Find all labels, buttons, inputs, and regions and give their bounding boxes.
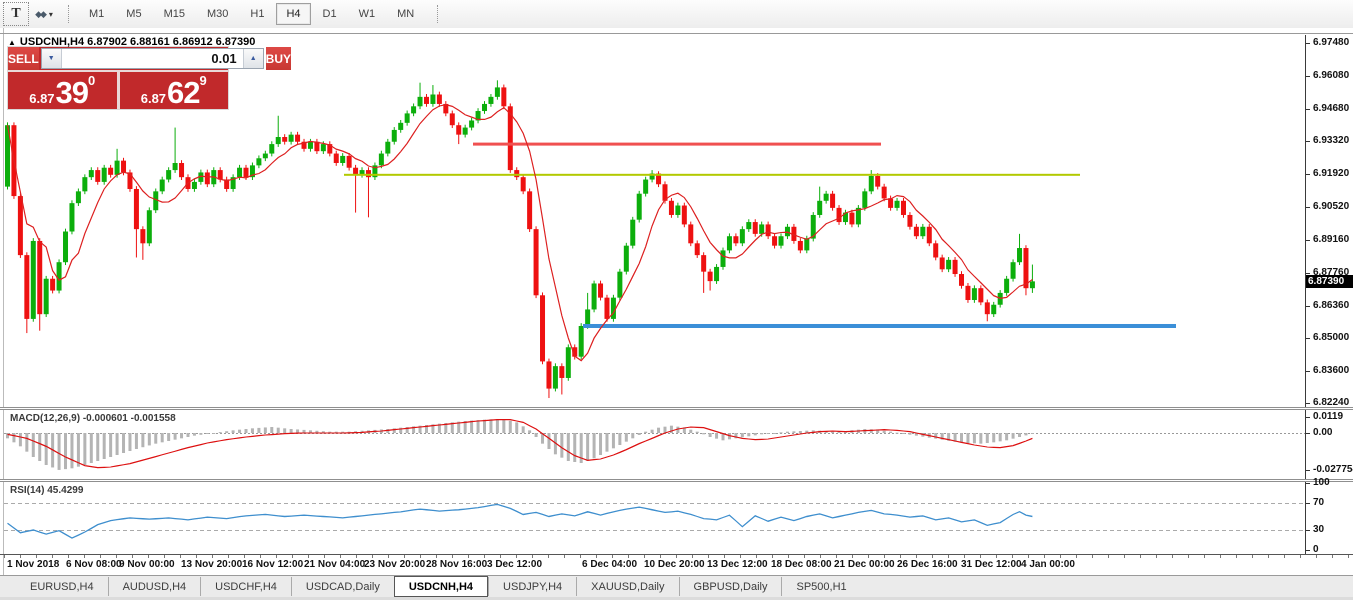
price-axis-label: 6.83600 xyxy=(1306,365,1349,377)
timeframe-button-m5[interactable]: M5 xyxy=(116,3,151,25)
time-axis-label: 1 Nov 2018 xyxy=(7,559,59,570)
price-axis-label: 6.90520 xyxy=(1306,201,1349,213)
text-label-tool-button[interactable]: T xyxy=(3,2,29,26)
tab-gbpusd[interactable]: GBPUSD,Daily xyxy=(679,577,782,596)
macd-current-values: -0.000601 -0.001558 xyxy=(83,413,176,424)
collapse-triangle-icon: ▲ xyxy=(8,38,16,47)
toolbar: T ◆◆ ▾ M1M5M15M30H1H4D1W1MN xyxy=(0,0,1353,29)
timeframe-button-m1[interactable]: M1 xyxy=(79,3,114,25)
sell-button[interactable]: SELL xyxy=(8,47,39,70)
macd-pane-canvas[interactable] xyxy=(4,410,1305,479)
price-axis-label: 6.97480 xyxy=(1306,37,1349,49)
timeframe-button-m30[interactable]: M30 xyxy=(197,3,238,25)
objects-dropdown-button[interactable]: ◆◆ ▾ xyxy=(32,2,56,26)
macd-axis-label: 0.00 xyxy=(1306,427,1332,439)
buy-price-tile[interactable]: 6.87 62 9 xyxy=(117,72,229,109)
macd-axis-label: -0.027754 xyxy=(1306,464,1353,476)
rsi-name: RSI(14) xyxy=(10,485,44,496)
tab-usdchf[interactable]: USDCHF,H4 xyxy=(200,577,291,596)
timeframe-button-mn[interactable]: MN xyxy=(387,3,424,25)
timeframe-button-group: M1M5M15M30H1H4D1W1MN xyxy=(78,3,425,25)
time-axis-label: 18 Dec 08:00 xyxy=(771,559,832,570)
time-axis-label: 6 Dec 04:00 xyxy=(582,559,637,570)
tab-usdjpy[interactable]: USDJPY,H4 xyxy=(488,577,576,596)
chevron-down-icon: ▾ xyxy=(49,10,53,19)
tab-eurusd[interactable]: EURUSD,H4 xyxy=(16,577,108,596)
rsi-axis-label: 100 xyxy=(1306,477,1330,489)
toolbar-separator xyxy=(68,5,70,23)
buy-price-big: 62 xyxy=(167,79,199,106)
rsi-pane-canvas[interactable] xyxy=(4,482,1305,554)
time-axis-label: 28 Nov 16:00 xyxy=(426,559,487,570)
time-axis-label: 13 Nov 20:00 xyxy=(181,559,242,570)
volume-spinner: ▼ ▲ xyxy=(41,48,264,69)
toolbar-separator xyxy=(437,5,439,23)
tab-sp500[interactable]: SP500,H1 xyxy=(781,577,860,596)
price-axis-label: 6.86360 xyxy=(1306,300,1349,312)
time-axis-label: 21 Dec 00:00 xyxy=(834,559,895,570)
price-axis-label: 6.94680 xyxy=(1306,103,1349,115)
price-axis-label: 6.89160 xyxy=(1306,234,1349,246)
rsi-axis-label: 30 xyxy=(1306,524,1324,536)
chart-tab-bar: EURUSD,H4AUDUSD,H4USDCHF,H4USDCAD,DailyU… xyxy=(0,575,1353,600)
sell-price-prefix: 6.87 xyxy=(29,91,54,106)
volume-input[interactable] xyxy=(62,49,243,68)
chart-pane-border xyxy=(0,33,1353,34)
price-axis-label: 6.82240 xyxy=(1306,397,1349,409)
diamonds-icon: ◆◆ xyxy=(35,9,45,20)
price-axis-label: 6.85000 xyxy=(1306,332,1349,344)
time-axis-label: 6 Nov 08:00 xyxy=(66,559,122,570)
timeframe-button-m15[interactable]: M15 xyxy=(154,3,195,25)
trading-app-window: T ◆◆ ▾ M1M5M15M30H1H4D1W1MN ▲ USDCNH,H4 6… xyxy=(0,0,1353,600)
chart-window: ▲USDCNH,H4 6.87902 6.88161 6.86912 6.873… xyxy=(0,28,1353,575)
rsi-axis-label: 0 xyxy=(1306,544,1319,556)
current-price-tag: 6.87390 xyxy=(1306,275,1353,288)
rsi-current-value: 45.4299 xyxy=(47,485,83,496)
price-axis-label: 6.91920 xyxy=(1306,168,1349,180)
macd-axis-label: 0.0119 xyxy=(1306,411,1343,423)
time-axis-label: 26 Dec 16:00 xyxy=(897,559,958,570)
tab-usdcnh[interactable]: USDCNH,H4 xyxy=(394,576,488,597)
volume-decrease-button[interactable]: ▼ xyxy=(42,49,62,68)
macd-axis[interactable]: 0.0119 0.00 -0.027754 xyxy=(1305,410,1353,479)
tab-audusd[interactable]: AUDUSD,H4 xyxy=(108,577,201,596)
rsi-indicator-label: RSI(14) 45.4299 xyxy=(10,485,83,496)
time-axis-label: 16 Nov 12:00 xyxy=(242,559,303,570)
sell-price-big: 39 xyxy=(56,79,88,106)
price-axis-label: 6.93320 xyxy=(1306,135,1349,147)
time-axis-label: 10 Dec 20:00 xyxy=(644,559,705,570)
macd-name: MACD(12,26,9) xyxy=(10,413,80,424)
timeframe-button-h1[interactable]: H1 xyxy=(240,3,274,25)
sell-price-pip: 0 xyxy=(88,74,95,87)
time-axis-label: 4 Jan 00:00 xyxy=(1021,559,1075,570)
tab-usdcad[interactable]: USDCAD,Daily xyxy=(291,577,394,596)
rsi-axis-label: 70 xyxy=(1306,497,1324,509)
rsi-axis[interactable]: 10070300 xyxy=(1305,482,1353,554)
time-axis-label: 31 Dec 12:00 xyxy=(961,559,1022,570)
one-click-trading-panel: SELL ▼ ▲ BUY 6.87 39 0 6.87 62 9 xyxy=(8,47,228,109)
time-axis-label: 13 Dec 12:00 xyxy=(707,559,768,570)
macd-indicator-label: MACD(12,26,9) -0.000601 -0.001558 xyxy=(10,413,176,424)
buy-price-prefix: 6.87 xyxy=(141,91,166,106)
timeframe-button-w1[interactable]: W1 xyxy=(349,3,386,25)
time-axis-label: 21 Nov 04:00 xyxy=(304,559,365,570)
time-axis-label: 9 Nov 00:00 xyxy=(119,559,175,570)
price-axis-label: 6.96080 xyxy=(1306,70,1349,82)
timeframe-button-d1[interactable]: D1 xyxy=(313,3,347,25)
time-axis[interactable]: 1 Nov 2018 6 Nov 08:009 Nov 00:00 13 Nov 2… xyxy=(4,555,1353,575)
time-axis-label: 23 Nov 20:00 xyxy=(364,559,425,570)
sell-price-tile[interactable]: 6.87 39 0 xyxy=(8,72,117,109)
time-axis-label: 3 Dec 12:00 xyxy=(487,559,542,570)
timeframe-button-h4[interactable]: H4 xyxy=(276,3,310,25)
volume-increase-button[interactable]: ▲ xyxy=(243,49,263,68)
buy-price-pip: 9 xyxy=(200,74,207,87)
tab-xauusd[interactable]: XAUUSD,Daily xyxy=(576,577,678,596)
buy-button[interactable]: BUY xyxy=(266,47,291,70)
price-axis[interactable]: 6.97480 6.96080 6.94680 6.93320 6.91920 6.905… xyxy=(1305,35,1353,407)
